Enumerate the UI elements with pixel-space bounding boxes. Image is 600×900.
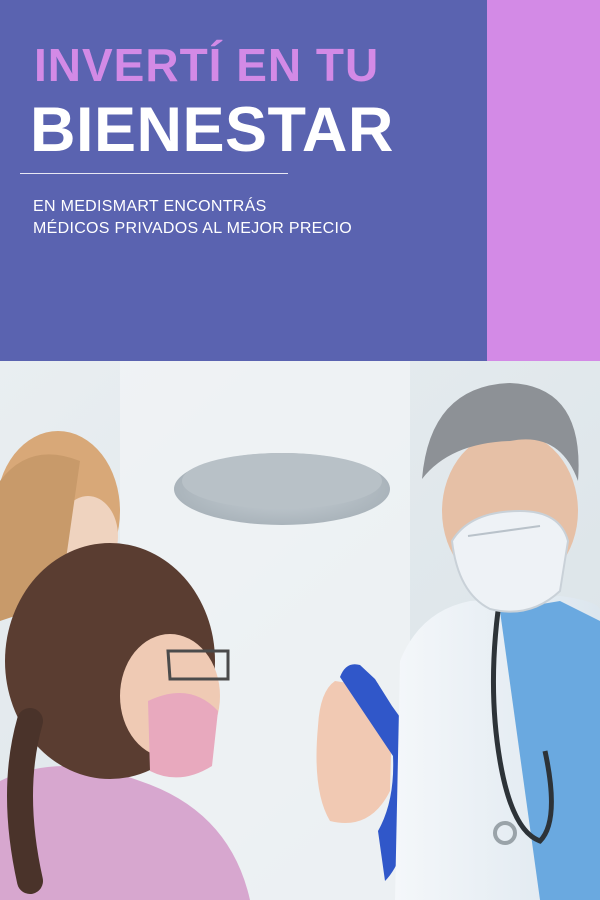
accent-strip xyxy=(487,0,600,361)
headline-line-2: BIENESTAR xyxy=(30,95,394,165)
subtitle-line-1: EN MEDISMART ENCONTRÁS xyxy=(33,198,267,215)
subtitle: EN MEDISMART ENCONTRÁS MÉDICOS PRIVADOS … xyxy=(33,196,473,240)
photo-illustration xyxy=(0,361,600,900)
headline-line-1: INVERTÍ EN TU xyxy=(34,39,380,91)
subtitle-line-2: MÉDICOS PRIVADOS AL MEJOR PRECIO xyxy=(33,220,352,237)
doctor-patient-photo xyxy=(0,361,600,900)
divider xyxy=(20,173,288,174)
hero-header: INVERTÍ EN TU BIENESTAR EN MEDISMART ENC… xyxy=(0,0,600,361)
